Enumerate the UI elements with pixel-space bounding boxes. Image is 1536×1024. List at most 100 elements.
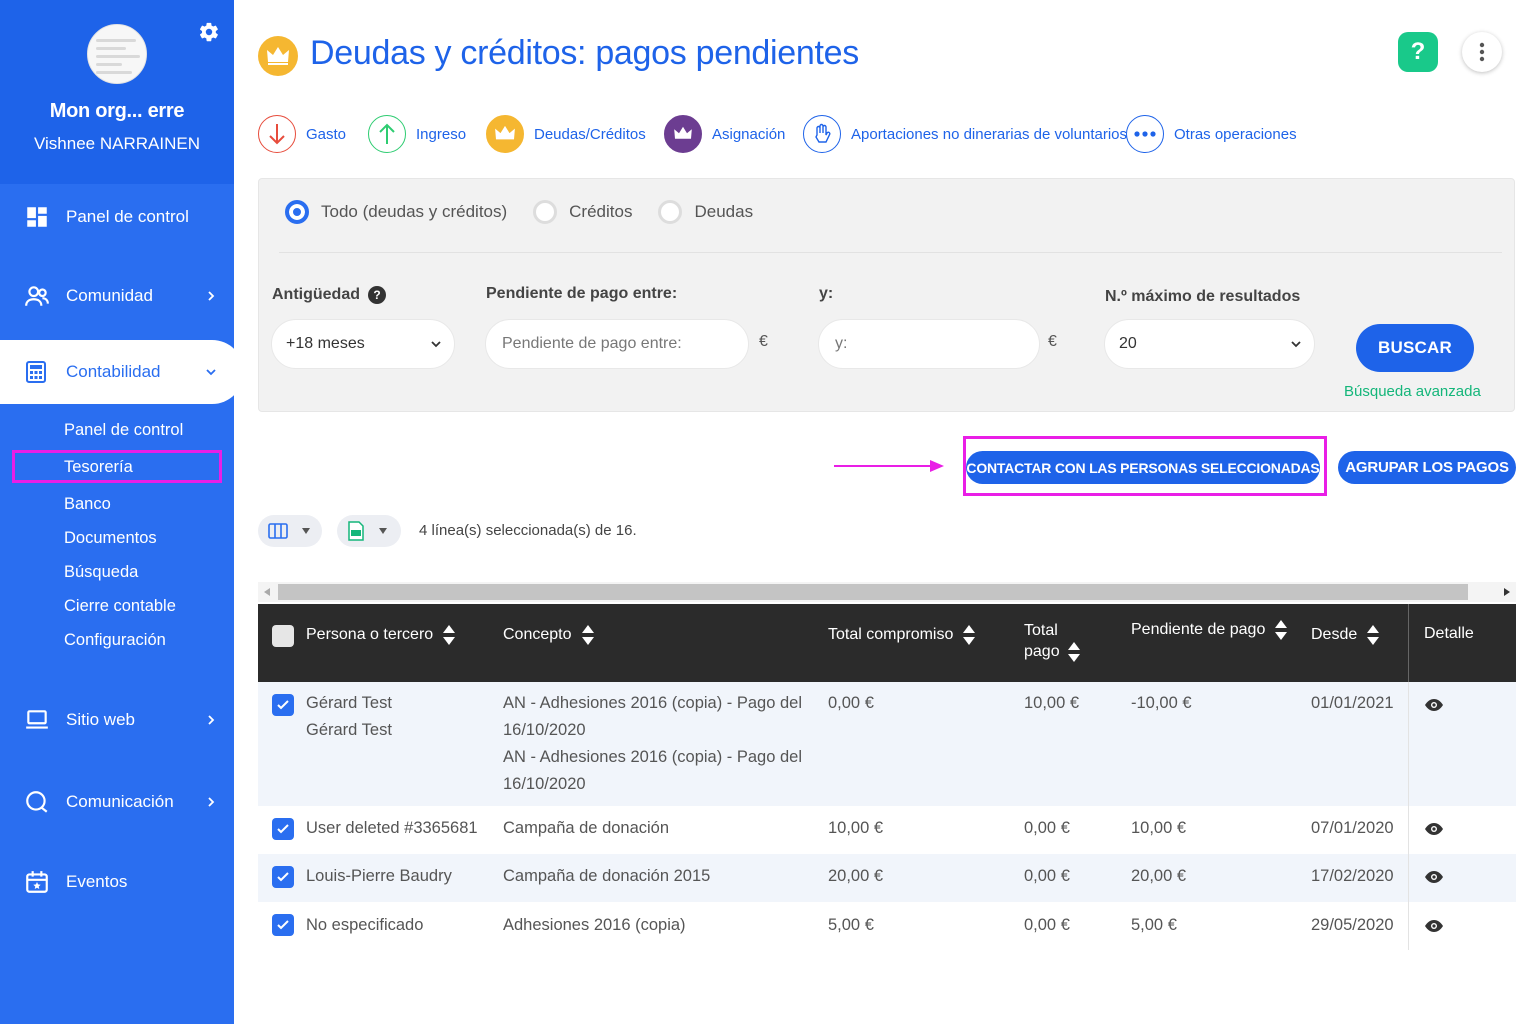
sidebar-item-sitio-web[interactable]: Sitio web [0,690,234,750]
dashboard-icon [27,207,47,227]
op-tab-otras-operaciones[interactable]: Otras operaciones [1126,114,1297,154]
cell-total-compromiso: 20,00 € [828,867,884,885]
max-results-value: 20 [1119,335,1137,352]
calculator-icon [26,361,46,383]
cell-desde: 01/01/2021 [1311,694,1394,712]
eye-icon[interactable] [1424,698,1444,712]
sub-item-documentos[interactable]: Documentos [64,529,157,548]
horizontal-scrollbar[interactable] [258,582,1516,602]
sidebar-item-panel-de-control[interactable]: Panel de control [0,187,234,247]
radio-label: Todo (deudas y créditos) [321,202,508,221]
op-tab-ingreso[interactable]: Ingreso [368,114,466,154]
cell-persona: User deleted #3365681 [306,819,478,837]
pendiente-label: Pendiente de pago entre: [486,285,678,302]
column-header-desde[interactable]: Desde [1311,625,1380,645]
gear-icon[interactable] [198,21,220,43]
people-icon [25,286,49,306]
eye-icon[interactable] [1424,919,1444,933]
help-button[interactable]: ? [1398,32,1438,72]
sub-item-configuracion[interactable]: Configuración [64,631,166,650]
cell-persona: Louis-Pierre Baudry [306,867,452,885]
radio-todo[interactable] [285,200,309,224]
user-name: Vishnee NARRAINEN [34,134,200,153]
sort-icon [581,625,594,645]
cell-persona: Gérard Test Gérard Test [306,694,392,739]
radio-deudas[interactable] [658,200,683,224]
antiguedad-value: +18 meses [286,335,365,352]
row-checkbox[interactable] [272,914,294,936]
chevron-down-icon [206,369,216,376]
column-header-pendiente[interactable]: Pendiente de pago [1131,620,1288,640]
sub-item-busqueda[interactable]: Búsqueda [64,563,138,582]
contact-selected-button[interactable]: CONTACTAR CON LAS PERSONAS SELECCIONADAS [966,451,1320,484]
radio-label: Deudas [694,202,754,221]
op-tab-gasto[interactable]: Gasto [258,114,346,154]
group-payments-button[interactable]: AGRUPAR LOS PAGOS [1338,451,1516,484]
advanced-search-link[interactable]: Búsqueda avanzada [1344,383,1481,400]
chevron-right-icon [208,291,215,301]
op-tab-deudas-creditos[interactable]: Deudas/Créditos [486,114,646,154]
sidebar-item-contabilidad[interactable]: Contabilidad [0,340,244,404]
sub-item-cierre-contable[interactable]: Cierre contable [64,597,176,616]
sidebar-header: Mon org... erre Vishnee NARRAINEN [0,0,234,184]
max-results-label: N.º máximo de resultados [1105,288,1301,305]
cell-concepto: AN - Adhesiones 2016 (copia) - Pago del 1… [503,694,803,793]
column-header-total-pago[interactable]: Total pago [1024,620,1080,662]
antiguedad-select[interactable]: +18 meses [271,319,455,369]
column-header-total-compromiso[interactable]: Total compromiso [828,625,976,645]
crown-icon [486,115,524,153]
op-tab-asignacion[interactable]: Asignación [664,114,785,154]
antiguedad-label-wrap: Antigüedad ? [272,286,386,304]
sub-item-banco[interactable]: Banco [64,495,111,514]
cell-concepto: Adhesiones 2016 (copia) [503,916,686,934]
op-tab-label: Otras operaciones [1174,125,1297,143]
op-tab-aportaciones[interactable]: Aportaciones no dinerarias de voluntario… [803,114,1127,154]
filter-panel: Todo (deudas y créditos) Créditos Deudas… [258,178,1515,412]
spreadsheet-icon [348,521,364,541]
cell-total-pago: 0,00 € [1024,916,1070,934]
search-button[interactable]: BUSCAR [1356,324,1474,372]
cell-total-pago: 0,00 € [1024,819,1070,837]
sidebar-item-comunicacion[interactable]: Comunicación [0,772,234,832]
cell-desde: 29/05/2020 [1311,916,1394,934]
row-checkbox[interactable] [272,818,294,840]
table-row[interactable]: No especificado Adhesiones 2016 (copia) … [258,902,1516,950]
antiguedad-label: Antigüedad [272,286,360,303]
max-results-select[interactable]: 20 [1104,319,1315,369]
sort-icon [1275,620,1288,640]
annotation-arrow-head [930,460,944,472]
export-toggle[interactable] [337,515,401,547]
row-checkbox[interactable] [272,694,294,716]
sidebar-item-comunidad[interactable]: Comunidad [0,266,234,326]
sidebar-item-label: Sitio web [66,710,135,729]
table-row[interactable]: User deleted #3365681 Campaña de donació… [258,806,1516,854]
eye-icon[interactable] [1424,822,1444,836]
more-options-button[interactable] [1462,32,1502,72]
eye-icon[interactable] [1424,870,1444,884]
sub-item-panel-de-control[interactable]: Panel de control [64,421,183,440]
divider [279,252,1502,253]
sidebar-item-eventos[interactable]: Eventos [0,852,234,912]
column-label: Concepto [503,626,572,643]
column-header-concepto[interactable]: Concepto [503,625,594,645]
pendiente-min-input[interactable]: Pendiente de pago entre: [485,319,749,369]
page-title: Deudas y créditos: pagos pendientes [310,34,859,72]
sidebar: Mon org... erre Vishnee NARRAINEN Panel … [0,0,244,1024]
column-header-persona[interactable]: Persona o tercero [306,625,456,645]
pendiente-max-input[interactable]: y: [818,319,1040,369]
column-label: Total pago [1024,622,1060,660]
select-all-checkbox[interactable] [272,625,294,647]
sort-icon [1068,642,1080,662]
row-checkbox[interactable] [272,866,294,888]
selection-count: 4 línea(s) seleccionada(s) de 16. [419,522,637,539]
table-row[interactable]: Louis-Pierre Baudry Campaña de donación … [258,854,1516,902]
currency-label: € [1048,333,1057,350]
table-row[interactable]: Gérard Test Gérard Test AN - Adhesiones 2… [258,682,1516,806]
radio-creditos[interactable] [533,200,558,224]
sidebar-item-label: Comunidad [66,286,153,305]
sort-icon [443,625,456,645]
sub-item-tesoreria[interactable]: Tesorería [64,458,133,477]
columns-toggle[interactable] [258,515,322,547]
help-circle-icon[interactable]: ? [368,286,386,304]
org-avatar[interactable] [87,24,147,84]
